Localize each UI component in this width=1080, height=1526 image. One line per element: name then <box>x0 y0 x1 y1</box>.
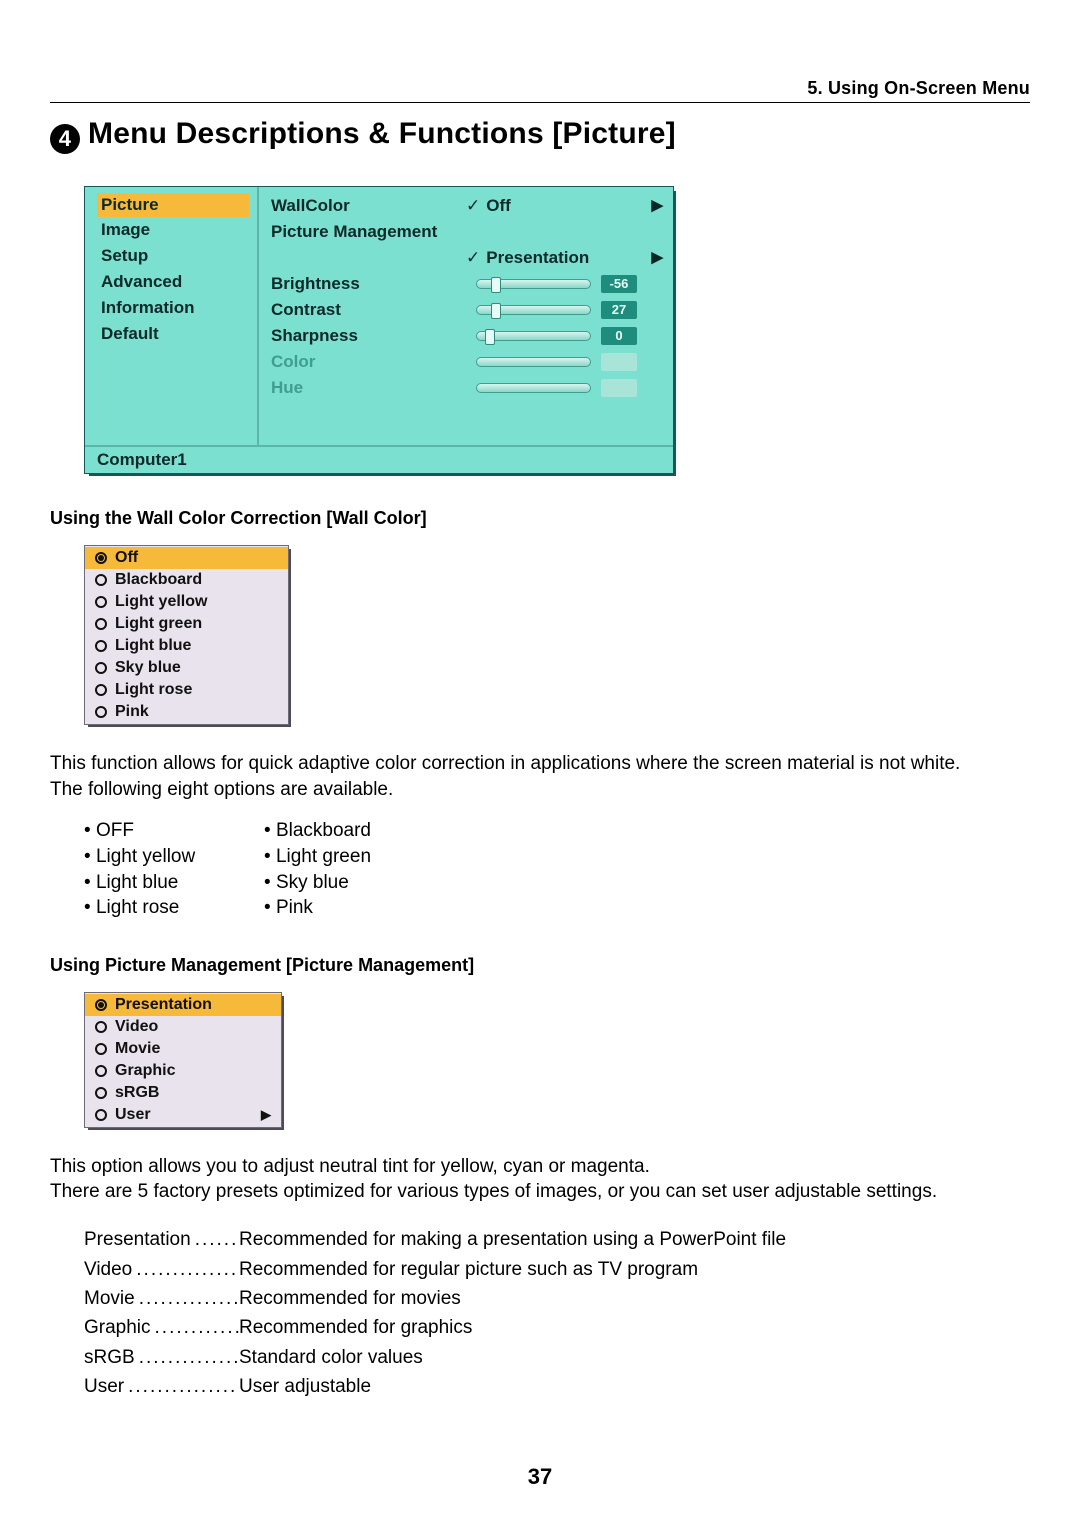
pictmgmt-option[interactable]: Movie <box>85 1038 281 1060</box>
title-badge: 4 <box>50 124 80 154</box>
hue-slider <box>476 383 591 393</box>
pictmgmt-description: This option allows you to adjust neutral… <box>50 1154 1030 1205</box>
picture-panel-source: Computer1 <box>85 445 673 473</box>
brightness-label: Brightness <box>271 274 466 294</box>
wallcolor-option[interactable]: Light green <box>85 613 288 635</box>
pictmgmt-option[interactable]: sRGB <box>85 1082 281 1104</box>
contrast-label: Contrast <box>271 300 466 320</box>
hue-label: Hue <box>271 378 466 398</box>
sidebar-item-default[interactable]: Default <box>97 321 249 347</box>
wallcolor-option[interactable]: Blackboard <box>85 569 288 591</box>
page-number: 37 <box>0 1464 1080 1490</box>
sharpness-slider[interactable] <box>476 331 591 341</box>
wallcolor-option[interactable]: Light blue <box>85 635 288 657</box>
wallcolor-option[interactable]: Light yellow <box>85 591 288 613</box>
radio-icon <box>95 999 107 1011</box>
wallcolor-description: This function allows for quick adaptive … <box>50 751 1030 802</box>
hue-value <box>601 379 637 397</box>
pictmgmt-option[interactable]: Video <box>85 1016 281 1038</box>
wallcolor-option[interactable]: Off <box>85 547 288 569</box>
wallcolor-label: WallColor <box>271 196 466 216</box>
sidebar-item-image[interactable]: Image <box>97 217 249 243</box>
radio-icon <box>95 1065 107 1077</box>
radio-icon <box>95 574 107 586</box>
radio-icon <box>95 684 107 696</box>
pictmgmt-label: Picture Management <box>271 222 437 242</box>
brightness-slider[interactable] <box>476 279 591 289</box>
wallcolor-value[interactable]: Off <box>486 196 511 216</box>
brightness-value: -56 <box>601 275 637 293</box>
sharpness-label: Sharpness <box>271 326 466 346</box>
picture-settings: WallColor ✓Off ▶ Picture Management ✓Pre… <box>257 187 673 445</box>
radio-icon <box>95 552 107 564</box>
wallcolor-option[interactable]: Light rose <box>85 679 288 701</box>
sidebar-item-advanced[interactable]: Advanced <box>97 269 249 295</box>
pictmgmt-option[interactable]: User▶ <box>85 1104 281 1126</box>
radio-icon <box>95 1109 107 1121</box>
pictmgmt-options-panel[interactable]: PresentationVideoMovieGraphicsRGBUser▶ <box>84 992 282 1128</box>
wallcolor-arrow-icon[interactable]: ▶ <box>651 196 663 214</box>
pictmgmt-option[interactable]: Graphic <box>85 1060 281 1082</box>
header-section: 5. Using On-Screen Menu <box>50 78 1030 99</box>
radio-icon <box>95 1021 107 1033</box>
pictmgmt-value[interactable]: Presentation <box>486 248 589 268</box>
sidebar-item-information[interactable]: Information <box>97 295 249 321</box>
pictmgmt-heading: Using Picture Management [Picture Manage… <box>50 955 1030 976</box>
radio-icon <box>95 596 107 608</box>
wallcolor-option[interactable]: Sky blue <box>85 657 288 679</box>
pictmgmt-definitions: Presentation Recommended for making a pr… <box>84 1225 1030 1402</box>
sidebar-item-picture[interactable]: Picture <box>97 193 249 217</box>
radio-icon <box>95 662 107 674</box>
wallcolor-option[interactable]: Pink <box>85 701 288 723</box>
page-title: 4 Menu Descriptions & Functions [Picture] <box>50 117 1030 154</box>
radio-icon <box>95 1043 107 1055</box>
contrast-slider[interactable] <box>476 305 591 315</box>
picture-sidebar[interactable]: PictureImageSetupAdvancedInformationDefa… <box>85 187 257 445</box>
contrast-value: 27 <box>601 301 637 319</box>
sidebar-item-setup[interactable]: Setup <box>97 243 249 269</box>
sharpness-value: 0 <box>601 327 637 345</box>
radio-icon <box>95 618 107 630</box>
wallcolor-options-panel[interactable]: OffBlackboardLight yellowLight greenLigh… <box>84 545 289 725</box>
color-label: Color <box>271 352 466 372</box>
wallcolor-heading: Using the Wall Color Correction [Wall Co… <box>50 508 1030 529</box>
header-rule <box>50 102 1030 103</box>
pictmgmt-arrow-icon[interactable]: ▶ <box>651 248 663 266</box>
color-value <box>601 353 637 371</box>
radio-icon <box>95 1087 107 1099</box>
radio-icon <box>95 706 107 718</box>
color-slider <box>476 357 591 367</box>
wallcolor-bullet-list: OFFBlackboardLight yellowLight greenLigh… <box>84 818 1030 921</box>
pictmgmt-option[interactable]: Presentation <box>85 994 281 1016</box>
title-text: Menu Descriptions & Functions [Picture] <box>88 117 676 150</box>
submenu-arrow-icon: ▶ <box>261 1107 271 1123</box>
picture-menu-panel: PictureImageSetupAdvancedInformationDefa… <box>84 186 674 474</box>
radio-icon <box>95 640 107 652</box>
